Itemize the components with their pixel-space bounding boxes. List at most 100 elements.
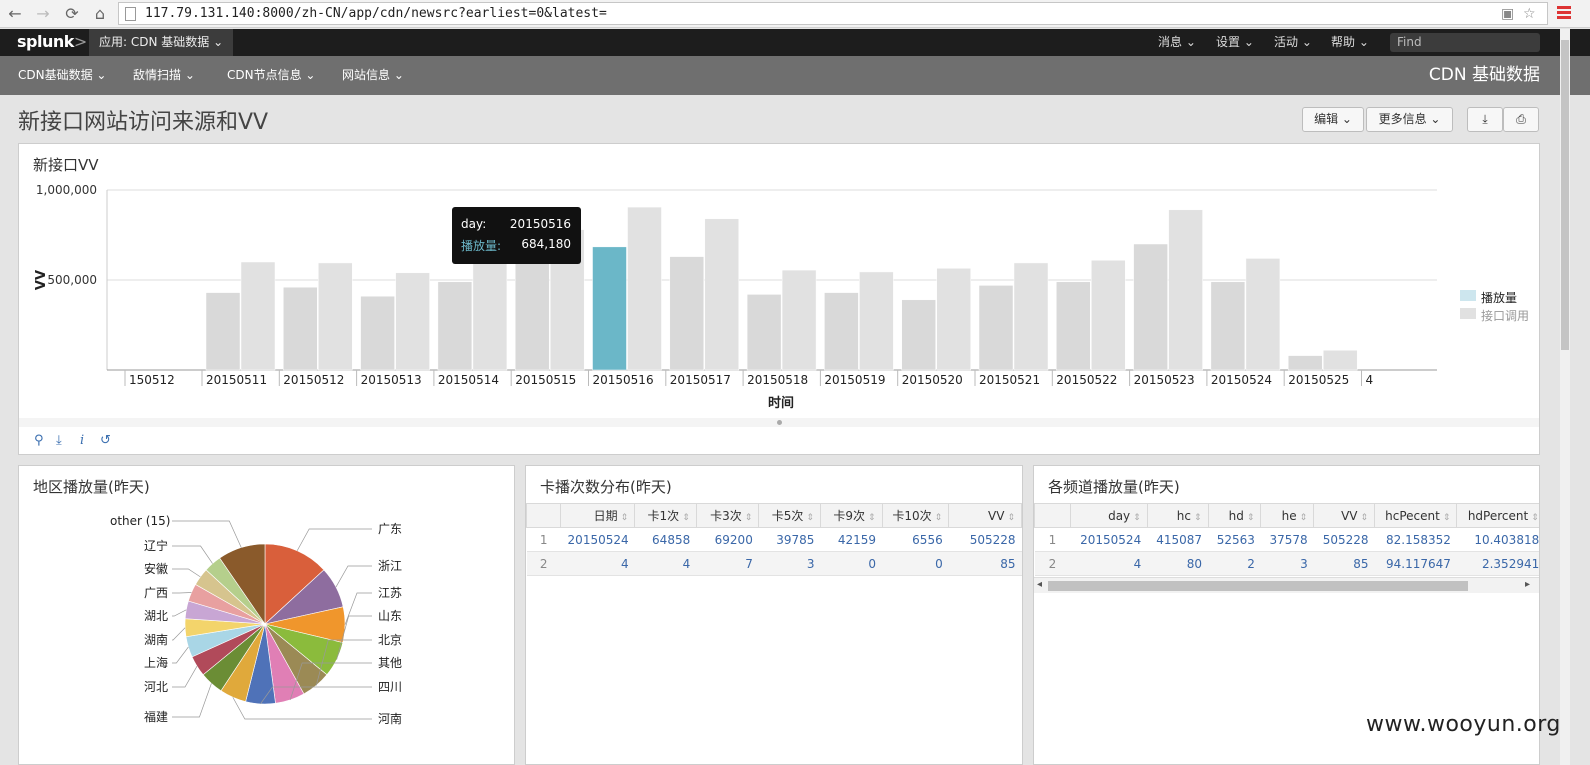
browser-toolbar: ← → ⟳ ⌂ 117.79.131.140:8000/zh-CN/app/cd… [0, 0, 1590, 28]
table-cell[interactable]: 6556 [882, 527, 949, 552]
bar-apicalls [318, 262, 353, 371]
nav-site-info[interactable]: 网站信息 ⌄ [342, 56, 404, 95]
bar-apicalls [1168, 209, 1203, 371]
table-cell[interactable]: 3 [1260, 551, 1314, 576]
table-cell[interactable]: 7 [696, 551, 759, 576]
pie-label: 广东 [378, 522, 402, 536]
table-cell[interactable]: 94.117647 [1374, 551, 1457, 576]
table-row[interactable]: 2 4 4 7 3 0 0 85 [526, 551, 1022, 576]
reload-icon[interactable]: ⟳ [61, 3, 83, 25]
column-header[interactable]: hcPecent ⇕ [1374, 503, 1458, 528]
column-header[interactable]: 卡3次 ⇕ [695, 503, 760, 528]
x-tick-label: 150512 [129, 373, 175, 387]
table-cell[interactable]: 85 [1313, 551, 1375, 576]
column-header[interactable]: 卡9次 ⇕ [819, 503, 883, 528]
panel-resize-handle[interactable] [18, 418, 1540, 427]
pie-label: 其他 [378, 656, 402, 670]
table-cell[interactable]: 82.158352 [1374, 527, 1457, 552]
column-header[interactable]: hc ⇕ [1146, 503, 1209, 528]
print-icon: ⎙ [1516, 112, 1526, 126]
menu-activity[interactable]: 活动 ⌄ [1274, 29, 1312, 56]
nav-threat-scan[interactable]: 敌情扫描 ⌄ [133, 56, 195, 95]
forward-icon[interactable]: → [32, 3, 54, 25]
table-cell[interactable]: 64858 [634, 527, 697, 552]
column-header[interactable]: 日期 ⇕ [560, 503, 636, 528]
legend-label-apicalls[interactable]: 接口调用 [1481, 307, 1529, 324]
legend-swatch-apicalls [1460, 308, 1476, 319]
find-input[interactable]: Find [1390, 33, 1540, 52]
download-icon[interactable]: ⤓ [56, 433, 62, 448]
region-pie-chart: 广东浙江江苏山东北京其他四川河南 福建 河北 上海 湖南 湖北 广西 安徽 辽宁 other (1… [110, 514, 402, 726]
page-scrollbar-thumb[interactable] [1561, 40, 1569, 350]
menu-settings[interactable]: 设置 ⌄ [1216, 29, 1254, 56]
bar-playcount [360, 295, 395, 371]
sort-icon: ⇕ [682, 513, 690, 523]
translate-icon[interactable]: ▣ [1501, 6, 1514, 22]
table-cell[interactable]: 0 [820, 551, 883, 576]
bookmark-star-icon[interactable]: ☆ [1523, 6, 1536, 22]
column-header[interactable]: VV ⇕ [948, 503, 1022, 528]
column-header[interactable]: 卡10次 ⇕ [881, 503, 950, 528]
table-cell[interactable]: 2.352941 [1456, 551, 1539, 576]
column-header[interactable]: 卡5次 ⇕ [758, 503, 821, 528]
legend-label-playcount[interactable]: 播放量 [1481, 289, 1517, 306]
menu-help[interactable]: 帮助 ⌄ [1331, 29, 1369, 56]
info-icon[interactable]: i [80, 433, 84, 448]
x-tick-label: 20150515 [515, 373, 576, 387]
table-cell[interactable]: 0 [882, 551, 949, 576]
address-bar[interactable]: 117.79.131.140:8000/zh-CN/app/cdn/newsrc… [118, 2, 1548, 25]
table-cell[interactable]: 505228 [1313, 527, 1375, 552]
x-tick-label: 20150521 [979, 373, 1040, 387]
refresh-icon[interactable]: ↺ [100, 433, 111, 448]
column-header[interactable]: 卡1次 ⇕ [634, 503, 697, 528]
table-row[interactable]: 2480238594.1176472.3529413 [1034, 551, 1539, 576]
scroll-right-icon[interactable]: ▸ [1525, 579, 1530, 590]
edit-button[interactable]: 编辑 ⌄ [1302, 107, 1364, 132]
download-button[interactable]: ⤓ [1467, 107, 1503, 132]
column-header[interactable]: he ⇕ [1260, 503, 1315, 528]
column-header[interactable]: hdPercent ⇕ [1456, 503, 1539, 528]
search-icon[interactable]: ⚲ [34, 433, 44, 448]
channel-hscroll-thumb[interactable] [1048, 581, 1468, 591]
table-cell[interactable]: 85 [948, 551, 1022, 576]
scroll-left-icon[interactable]: ◂ [1037, 579, 1042, 590]
table-cell[interactable]: 69200 [696, 527, 759, 552]
table-row[interactable]: 1 20150524 64858 69200 39785 42159 6556 505228 [526, 527, 1022, 552]
table-cell[interactable]: 42159 [820, 527, 883, 552]
sort-icon: ⇕ [1194, 512, 1202, 523]
home-icon[interactable]: ⌂ [89, 3, 111, 25]
table-cell[interactable]: 505228 [948, 527, 1022, 552]
table-cell[interactable]: 20150524 [560, 527, 635, 552]
y-tick-label: 500,000 [47, 273, 97, 287]
channel-table-hscroll[interactable]: ◂ ▸ [1034, 577, 1539, 593]
table-cell[interactable]: 80 [1147, 551, 1209, 576]
table-cell[interactable]: 52563 [1208, 527, 1261, 552]
table-cell[interactable]: 4 [560, 551, 635, 576]
x-tick-label: 20150516 [593, 373, 654, 387]
menu-messages[interactable]: 消息 ⌄ [1158, 29, 1196, 56]
column-header[interactable]: VV ⇕ [1313, 503, 1376, 528]
table-cell[interactable]: 415087 [1147, 527, 1209, 552]
table-cell[interactable]: 4 [634, 551, 697, 576]
print-button[interactable]: ⎙ [1503, 107, 1539, 132]
back-icon[interactable]: ← [4, 3, 26, 25]
browser-menu-icon[interactable] [1557, 6, 1571, 20]
table-row[interactable]: 1 20150524 415087 52563 37578 505228 82.158352… [1034, 527, 1539, 552]
column-header[interactable]: hd ⇕ [1207, 503, 1262, 528]
splunk-logo[interactable]: splunk> [17, 32, 87, 51]
table-cell[interactable]: 3 [758, 551, 821, 576]
table-cell[interactable]: 39785 [758, 527, 821, 552]
column-header[interactable]: day ⇕ [1069, 503, 1148, 528]
app-selector[interactable]: 应用: CDN 基础数据 ⌄ [89, 29, 234, 56]
table-cell[interactable]: 4 [1070, 551, 1148, 576]
table-cell[interactable]: 2 [1208, 551, 1261, 576]
table-cell[interactable]: 37578 [1260, 527, 1314, 552]
more-info-button[interactable]: 更多信息 ⌄ [1366, 107, 1453, 132]
nav-cdn-basic[interactable]: CDN基础数据 ⌄ [18, 56, 106, 95]
x-tick-label: 20150519 [824, 373, 885, 387]
pie-label: 北京 [378, 633, 402, 647]
nav-cdn-nodes[interactable]: CDN节点信息 ⌄ [227, 56, 315, 95]
table-cell[interactable]: 10.403818 [1456, 527, 1539, 552]
table-cell[interactable]: 20150524 [1070, 527, 1148, 552]
tooltip-vv-label: 播放量: [461, 239, 502, 253]
